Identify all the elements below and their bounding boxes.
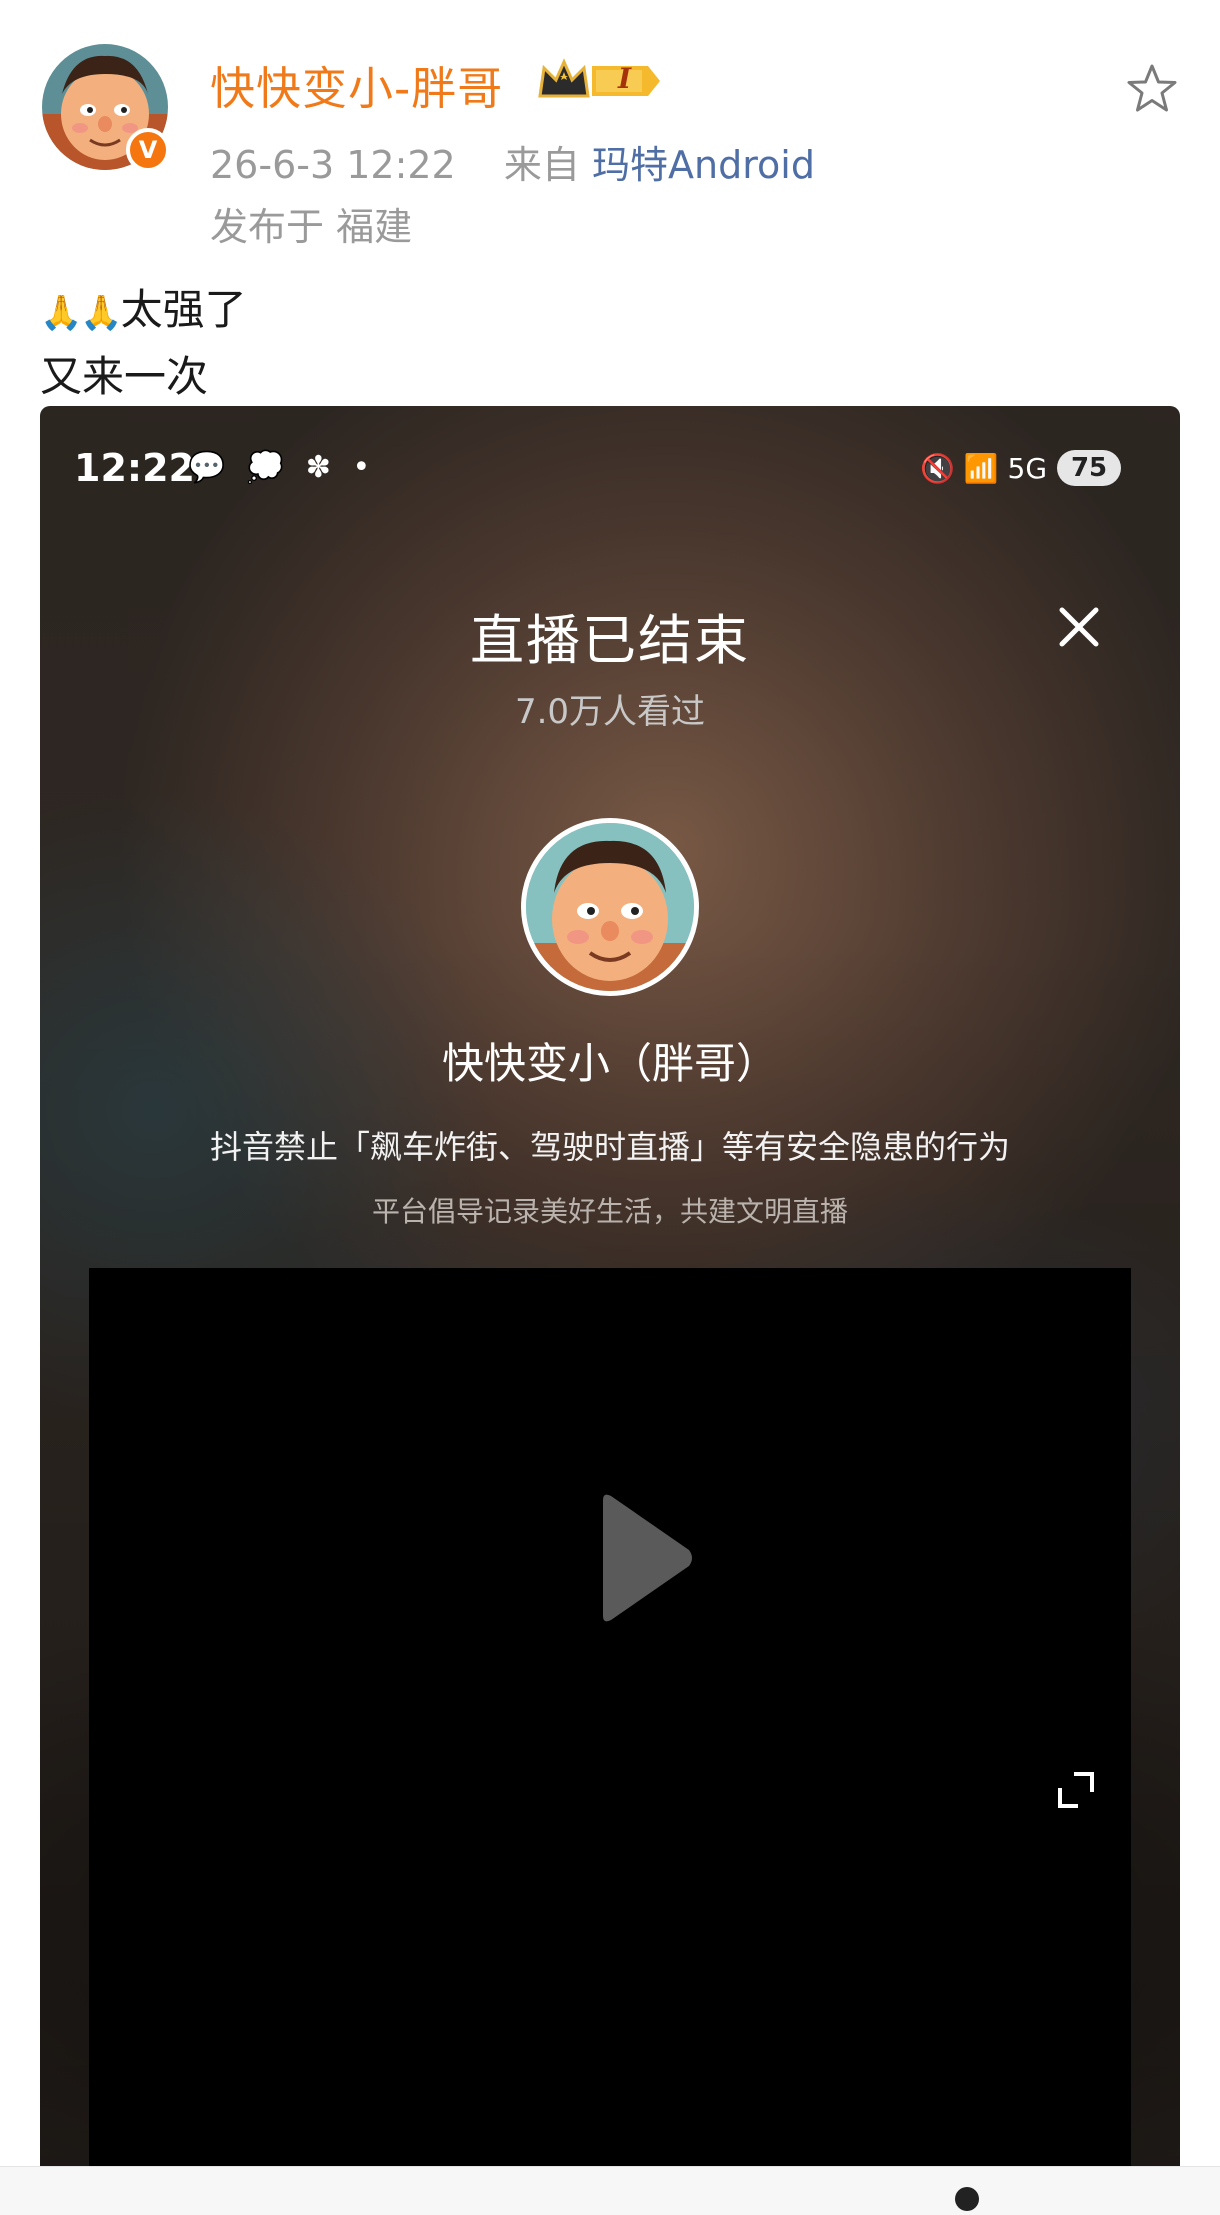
system-icons: 🔇 📶 5G 75 xyxy=(920,450,1122,486)
post-line-2: 又来一次 xyxy=(40,352,209,401)
source-prefix: 来自 xyxy=(503,143,580,187)
weibo-post-page: V 快快变小-胖哥 I 26-6-3 12:22 来自 玛特Android 发布… xyxy=(0,0,1220,2215)
streamer-cartoon-icon xyxy=(526,823,694,991)
streamer-name: 快快变小（胖哥） xyxy=(441,1039,778,1088)
post-meta: 26-6-3 12:22 来自 玛特Android xyxy=(210,134,815,189)
live-ended-title: 直播已结束 xyxy=(470,609,750,672)
status-time: 12:22 xyxy=(74,446,195,490)
pray-emoji: 🙏🙏 xyxy=(40,293,123,333)
phone-status-bar: 12:22 💬 💭 ✽ • 🔇 📶 5G 75 xyxy=(40,406,1180,516)
video-player[interactable] xyxy=(89,1268,1131,2166)
bottom-bar-icon[interactable] xyxy=(955,2187,979,2211)
post-line-1-text: 太强了 xyxy=(120,285,247,334)
fullscreen-icon[interactable] xyxy=(1054,1768,1098,1812)
battery-icon: 75 xyxy=(1057,450,1122,486)
signal-icons: 🔇 📶 5G xyxy=(920,451,1048,485)
play-icon[interactable] xyxy=(593,1490,697,1626)
notification-icons: 💬 💭 ✽ • xyxy=(188,450,377,485)
bottom-action-bar xyxy=(0,2166,1220,2215)
crown-level-icon[interactable]: I xyxy=(538,56,664,106)
embedded-screenshot[interactable]: 12:22 💬 💭 ✽ • 🔇 📶 5G 75 直播已结束 7.0万人看过 快快… xyxy=(40,406,1180,2166)
post-source-link[interactable]: 玛特Android xyxy=(592,143,815,187)
post-timestamp: 26-6-3 12:22 xyxy=(210,143,456,187)
post-location: 发布于 福建 xyxy=(210,205,413,249)
crown-level-label: I xyxy=(618,62,632,95)
username[interactable]: 快快变小-胖哥 xyxy=(210,52,503,117)
safety-notice: 抖音禁止「飙车炸街、驾驶时直播」等有安全隐患的行为 xyxy=(209,1128,1010,1166)
streamer-avatar[interactable] xyxy=(521,818,699,996)
post-line-1: 🙏🙏太强了 xyxy=(40,278,247,345)
post-body: 🙏🙏太强了 又来一次 xyxy=(40,278,247,409)
platform-notice: 平台倡导记录美好生活，共建文明直播 xyxy=(371,1195,848,1228)
viewer-count: 7.0万人看过 xyxy=(514,692,706,732)
verified-badge: V xyxy=(126,128,170,172)
close-icon[interactable] xyxy=(1054,602,1104,652)
favorite-star-icon[interactable] xyxy=(1122,60,1182,120)
